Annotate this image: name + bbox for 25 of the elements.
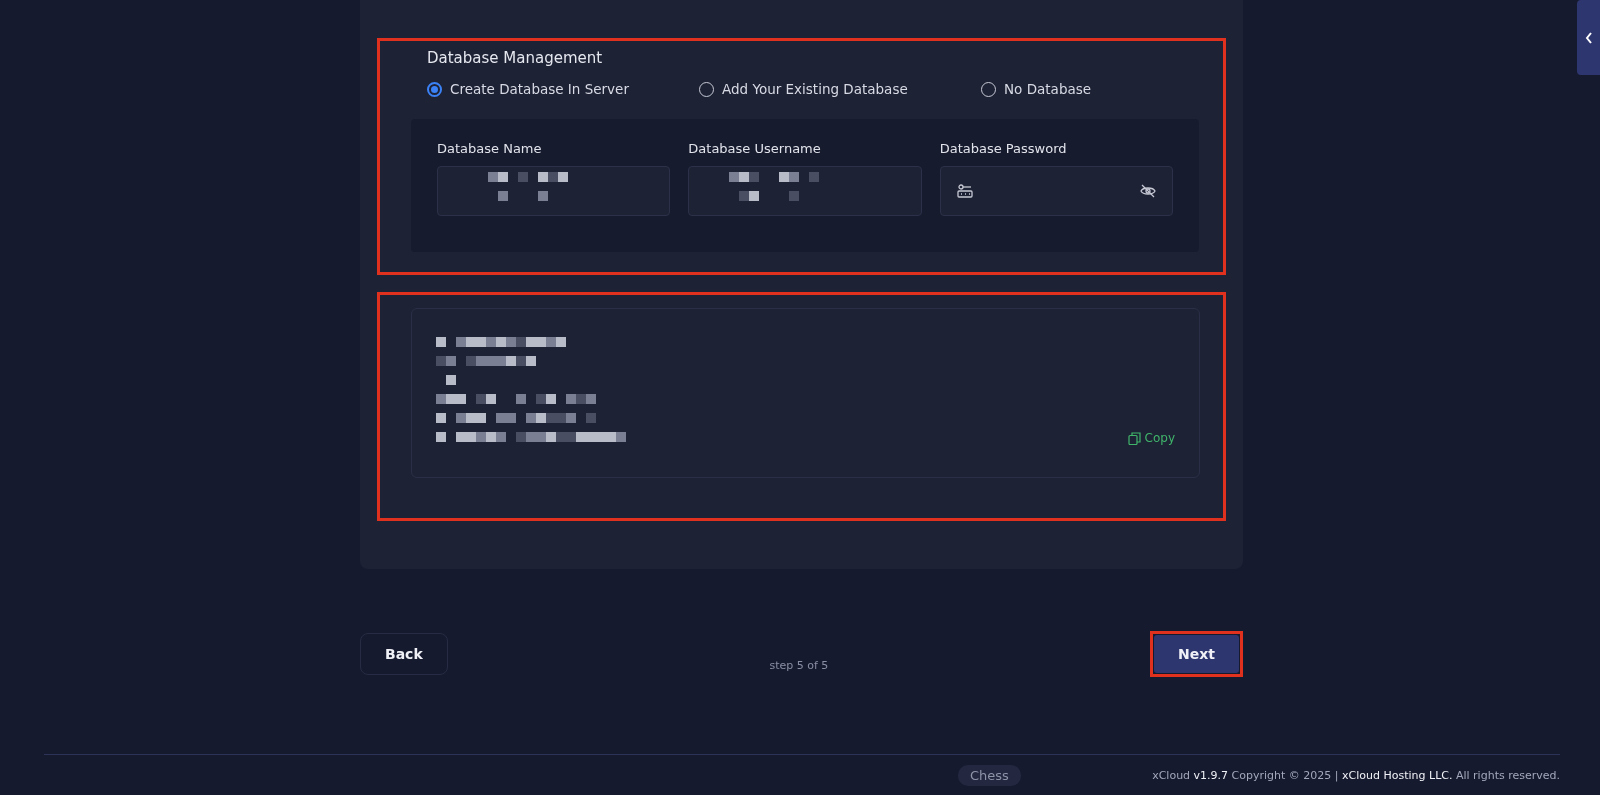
field-label: Database Password xyxy=(939,141,1068,156)
back-button[interactable]: Back xyxy=(360,633,448,675)
eye-off-icon[interactable] xyxy=(1140,184,1156,198)
radio-label: Create Database In Server xyxy=(450,81,629,97)
field-label: Database Username xyxy=(688,141,822,156)
radio-option[interactable]: No Database xyxy=(981,81,1223,97)
copy-icon xyxy=(1127,431,1141,445)
field-label: Database Name xyxy=(437,141,543,156)
radio-label: Add Your Existing Database xyxy=(722,81,908,97)
radio-label: No Database xyxy=(1004,81,1092,97)
key-icon xyxy=(956,184,973,198)
input-field[interactable] xyxy=(688,166,922,216)
chevron-left-icon xyxy=(1584,31,1593,44)
footer-text: xCloud v1.9.7 Copyright © 2025 | xCloud Hosting LLC. All rights reserved. xyxy=(1152,768,1560,782)
input-field[interactable] xyxy=(437,166,671,216)
radio-option[interactable]: Add Your Existing Database xyxy=(699,81,981,97)
step-indicator: step 5 of 5 xyxy=(769,658,829,672)
sidebar-toggle[interactable] xyxy=(1577,0,1600,75)
tooltip: Chess xyxy=(958,765,1021,786)
next-button[interactable]: Next xyxy=(1154,635,1239,673)
copy-button[interactable]: Copy xyxy=(1127,431,1175,445)
radio-option[interactable]: Create Database In Server xyxy=(427,81,699,97)
input-field[interactable] xyxy=(939,166,1173,216)
radio-button[interactable] xyxy=(427,81,442,97)
section-title: Database Management xyxy=(427,49,604,67)
